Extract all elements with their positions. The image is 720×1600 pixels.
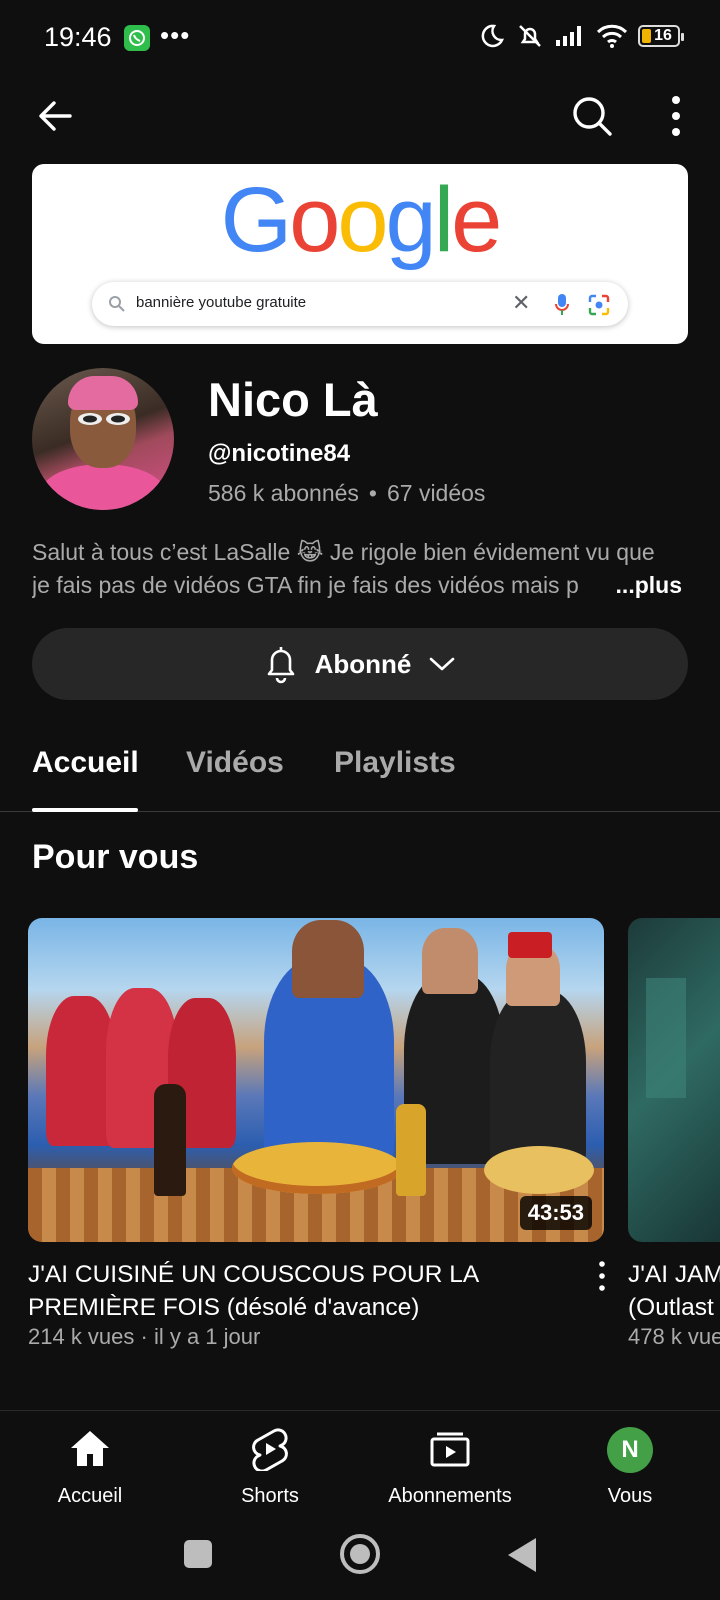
status-time: 19:46 xyxy=(44,22,112,52)
bottom-navigation: Accueil Shorts Abonnements N Vous xyxy=(0,1410,720,1520)
more-options-button[interactable] xyxy=(656,92,696,140)
channel-name: Nico Là xyxy=(208,373,378,426)
banner-search-box: bannière youtube gratuite ✕ xyxy=(92,282,628,326)
channel-stats: 586 k abonnés • 67 vidéos xyxy=(208,480,485,507)
system-navigation-bar xyxy=(0,1520,720,1600)
video-title[interactable]: J'AI CUISINÉ UN COUSCOUS POUR LA PREMIÈR… xyxy=(28,1258,568,1324)
back-button[interactable] xyxy=(32,92,80,140)
channel-banner[interactable]: Google bannière youtube gratuite ✕ xyxy=(32,164,688,344)
channel-description[interactable]: Salut à tous c’est LaSalle 😹 Je rigole b… xyxy=(32,536,688,602)
whatsapp-icon xyxy=(124,25,150,51)
nav-you[interactable]: N Vous xyxy=(540,1411,720,1521)
more-vertical-icon xyxy=(672,96,680,136)
video-duration: 43:53 xyxy=(519,1196,592,1230)
video-meta-2: 478 k vue xyxy=(628,1324,720,1349)
video-thumbnail[interactable]: 43:53 xyxy=(28,918,604,1242)
microphone-icon xyxy=(555,294,569,315)
home-system-button[interactable] xyxy=(340,1534,380,1574)
video-title-2[interactable]: J'AI JAM (Outlast xyxy=(628,1258,720,1324)
nav-subscriptions[interactable]: Abonnements xyxy=(360,1411,540,1521)
do-not-disturb-moon-icon xyxy=(481,24,504,48)
subscriber-count: 586 k abonnés xyxy=(208,480,359,506)
active-tab-indicator xyxy=(32,808,138,812)
description-line-2: je fais pas de vidéos GTA fin je fais de… xyxy=(32,572,579,598)
more-vertical-icon xyxy=(599,1261,605,1291)
channel-handle: @nicotine84 xyxy=(208,440,351,467)
nav-home-label: Accueil xyxy=(57,1485,123,1507)
video-title-2-line2: (Outlast xyxy=(628,1294,714,1321)
avatar: N xyxy=(607,1427,653,1473)
video-thumbnail-2[interactable] xyxy=(628,918,720,1242)
nav-subscriptions-label: Abonnements xyxy=(388,1485,512,1507)
wifi-icon xyxy=(596,24,628,48)
home-icon xyxy=(71,1431,109,1466)
tab-playlists[interactable]: Playlists xyxy=(334,746,456,780)
section-title: Pour vous xyxy=(32,838,199,876)
recents-button[interactable] xyxy=(184,1540,212,1568)
description-line-1: Salut à tous c’est LaSalle 😹 Je rigole b… xyxy=(32,539,655,565)
bell-icon xyxy=(267,647,294,684)
search-icon xyxy=(573,97,612,136)
bell-muted-icon xyxy=(519,25,541,47)
video-more-button[interactable] xyxy=(590,1258,614,1294)
stats-separator: • xyxy=(368,480,377,506)
nav-shorts[interactable]: Shorts xyxy=(180,1411,360,1521)
signal-icon xyxy=(556,26,581,46)
subscribed-button[interactable]: Abonné xyxy=(32,628,688,700)
top-app-bar xyxy=(0,78,720,158)
search-button[interactable] xyxy=(568,92,616,140)
chevron-down-icon xyxy=(430,657,455,671)
more-dots-icon: ••• xyxy=(160,20,191,50)
channel-avatar[interactable] xyxy=(32,368,174,510)
video-meta: 214 k vues · il y a 1 jour xyxy=(28,1324,261,1349)
battery-level: 16 xyxy=(654,27,672,44)
tab-accueil[interactable]: Accueil xyxy=(32,746,139,780)
back-system-button[interactable] xyxy=(508,1538,536,1572)
back-arrow-icon xyxy=(39,101,72,131)
google-lens-icon xyxy=(588,294,610,316)
more-description-link[interactable]: ...plus xyxy=(616,569,682,602)
shorts-icon xyxy=(252,1428,288,1471)
search-icon xyxy=(109,296,125,312)
clear-icon: ✕ xyxy=(512,290,531,315)
nav-you-label: Vous xyxy=(607,1485,653,1507)
status-bar: 19:46 ••• 16 xyxy=(0,0,720,78)
tab-videos[interactable]: Vidéos xyxy=(186,746,284,780)
subscriptions-icon xyxy=(430,1432,470,1467)
nav-shorts-label: Shorts xyxy=(241,1485,299,1507)
channel-tabs: Accueil Vidéos Playlists xyxy=(0,724,720,812)
subscribed-label: Abonné xyxy=(314,648,412,679)
video-title-2-line1: J'AI JAM xyxy=(628,1261,720,1288)
nav-home[interactable]: Accueil xyxy=(0,1411,180,1521)
battery-icon: 16 xyxy=(638,25,684,47)
google-logo: Google xyxy=(220,169,503,271)
banner-search-query: bannière youtube gratuite xyxy=(136,294,307,311)
video-count: 67 vidéos xyxy=(386,480,486,506)
